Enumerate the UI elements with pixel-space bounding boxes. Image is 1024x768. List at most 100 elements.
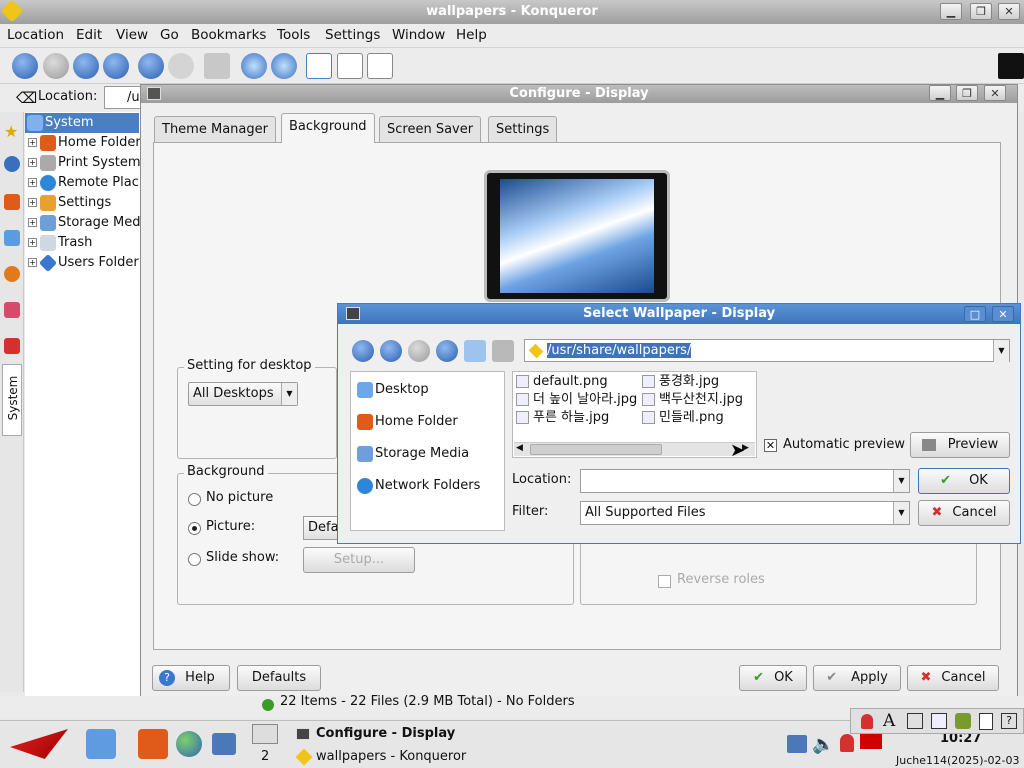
- close-button[interactable]: ✕: [998, 3, 1020, 20]
- place-home-folder[interactable]: Home Folder: [357, 410, 458, 434]
- no-picture-radio[interactable]: [188, 493, 201, 506]
- up-icon[interactable]: [73, 53, 99, 79]
- media-player-icon[interactable]: [212, 733, 236, 755]
- menu-location[interactable]: Location: [7, 27, 64, 43]
- tab-background[interactable]: Background: [281, 113, 375, 143]
- setup-button[interactable]: Setup...: [303, 547, 415, 573]
- ime-help-icon[interactable]: ?: [1001, 713, 1017, 729]
- sidebar-tab-system[interactable]: System: [2, 364, 22, 436]
- tab-settings[interactable]: Settings: [488, 116, 558, 142]
- tab-theme-manager[interactable]: Theme Manager: [154, 116, 276, 142]
- horizontal-scrollbar[interactable]: ◀ ▶: [514, 442, 755, 456]
- desktop-select[interactable]: All Desktops ▼: [188, 382, 298, 406]
- place-desktop[interactable]: Desktop: [357, 378, 429, 402]
- wallpaper-dialog-menu-icon[interactable]: [346, 307, 360, 320]
- volume-icon[interactable]: 🔈: [812, 734, 834, 755]
- forward-icon[interactable]: [43, 53, 69, 79]
- wallpaper-cancel-button[interactable]: ✖ Cancel: [918, 500, 1010, 526]
- wallpaper-dialog-close-button[interactable]: ✕: [992, 306, 1014, 322]
- flag-icon[interactable]: [860, 733, 882, 749]
- tray-flame-icon[interactable]: [840, 734, 854, 752]
- tree-item-trash[interactable]: + Trash: [25, 233, 92, 253]
- help-button[interactable]: ? Help: [152, 665, 230, 691]
- reload-icon[interactable]: [436, 340, 458, 362]
- forward-icon[interactable]: [408, 340, 430, 362]
- reverse-roles-checkbox[interactable]: [658, 575, 671, 588]
- home-folder-icon[interactable]: [138, 729, 168, 759]
- file-item[interactable]: 풍경화.jpg: [642, 373, 719, 391]
- tree-item-users-folder[interactable]: + Users Folder: [25, 253, 139, 273]
- cancel-button[interactable]: ✖ Cancel: [907, 665, 999, 691]
- clipboard-icon[interactable]: [979, 713, 993, 730]
- maximize-button[interactable]: ❐: [970, 3, 992, 20]
- menu-view[interactable]: View: [116, 27, 148, 43]
- reload-icon[interactable]: [138, 53, 164, 79]
- dialog-titlebar[interactable]: Configure - Display ▁ ❐ ✕: [141, 85, 1017, 103]
- location-input[interactable]: /us: [104, 86, 146, 109]
- zoom-in-icon[interactable]: [241, 53, 267, 79]
- tree-item-home-folder[interactable]: + Home Folder: [25, 133, 141, 153]
- dialog-close-button[interactable]: ✕: [984, 85, 1006, 101]
- scroll-left-icon[interactable]: ◀: [516, 443, 523, 453]
- up-folder-icon[interactable]: [352, 340, 374, 362]
- file-item[interactable]: 민들레.png: [642, 409, 724, 427]
- defaults-button[interactable]: Defaults: [237, 665, 321, 691]
- tree-item-remote-places[interactable]: + Remote Plac: [25, 173, 139, 193]
- configure-icon[interactable]: [492, 340, 514, 362]
- k-menu-icon[interactable]: [10, 729, 68, 759]
- apply-button[interactable]: ✔ Apply: [813, 665, 901, 691]
- task-configure-display[interactable]: Configure - Display: [290, 723, 590, 745]
- tree-item-print-system[interactable]: + Print System: [25, 153, 141, 173]
- home-folder-icon[interactable]: [4, 194, 20, 210]
- konqueror-icon[interactable]: [0, 0, 24, 23]
- detail-view-icon[interactable]: [337, 53, 363, 79]
- file-item[interactable]: 백두산천지.jpg: [642, 391, 743, 409]
- zoom-out-icon[interactable]: [271, 53, 297, 79]
- special-icon[interactable]: [4, 338, 20, 354]
- new-folder-icon[interactable]: [464, 340, 486, 362]
- location-combo[interactable]: ▼: [580, 469, 910, 493]
- desktop-icon[interactable]: [86, 729, 116, 759]
- file-item[interactable]: default.png: [516, 373, 608, 391]
- place-storage-media[interactable]: Storage Media: [357, 442, 469, 466]
- history-icon[interactable]: [4, 156, 20, 172]
- punctuation-icon[interactable]: [931, 713, 947, 729]
- network-icon[interactable]: [4, 230, 20, 246]
- dialog-menu-icon[interactable]: [147, 87, 161, 100]
- dialog-maximize-button[interactable]: ❐: [956, 85, 978, 101]
- tree-root-system[interactable]: System: [25, 113, 139, 133]
- file-item[interactable]: 더 높이 날아라.jpg: [516, 391, 637, 409]
- minimize-button[interactable]: ▁: [940, 3, 962, 20]
- preview-view-icon[interactable]: [367, 53, 393, 79]
- wallpaper-dialog-titlebar[interactable]: Select Wallpaper - Display □ ✕: [338, 304, 1020, 324]
- network-tray-icon[interactable]: [787, 735, 807, 753]
- task-konqueror[interactable]: wallpapers - Konqueror: [290, 746, 590, 768]
- automatic-preview-checkbox[interactable]: ✕: [764, 439, 777, 452]
- input-flame-icon[interactable]: [861, 714, 873, 729]
- root-folder-icon[interactable]: [4, 302, 20, 318]
- browser-globe-icon[interactable]: [176, 731, 202, 757]
- dialog-minimize-button[interactable]: ▁: [929, 85, 951, 101]
- stop-icon[interactable]: [168, 53, 194, 79]
- tree-item-settings[interactable]: + Settings: [25, 193, 111, 213]
- tools-icon[interactable]: [955, 713, 971, 729]
- path-combo[interactable]: /usr/share/wallpapers/ ▼: [524, 339, 1010, 362]
- place-network-folders[interactable]: Network Folders: [357, 474, 480, 498]
- font-icon[interactable]: A: [883, 711, 895, 731]
- ok-button[interactable]: ✔ OK: [739, 665, 807, 691]
- picture-radio[interactable]: [188, 522, 201, 535]
- half-width-icon[interactable]: [907, 713, 923, 729]
- filter-combo[interactable]: All Supported Files ▼: [580, 501, 910, 525]
- back-icon[interactable]: [12, 53, 38, 79]
- task-switcher-icon[interactable]: [252, 724, 278, 744]
- tree-item-storage-media[interactable]: + Storage Med: [25, 213, 140, 233]
- menu-bookmarks[interactable]: Bookmarks: [191, 27, 266, 43]
- tab-screen-saver[interactable]: Screen Saver: [379, 116, 482, 142]
- wallpaper-ok-button[interactable]: ✔ OK: [918, 468, 1010, 494]
- window-titlebar[interactable]: wallpapers - Konqueror ▁ ❐ ✕: [0, 0, 1024, 24]
- clear-location-icon[interactable]: ⌫: [16, 89, 37, 107]
- menu-window[interactable]: Window: [392, 27, 445, 43]
- bookmarks-icon[interactable]: ★: [4, 122, 18, 141]
- preview-button[interactable]: Preview: [910, 432, 1010, 458]
- wallpaper-dialog-maximize-button[interactable]: □: [964, 306, 986, 322]
